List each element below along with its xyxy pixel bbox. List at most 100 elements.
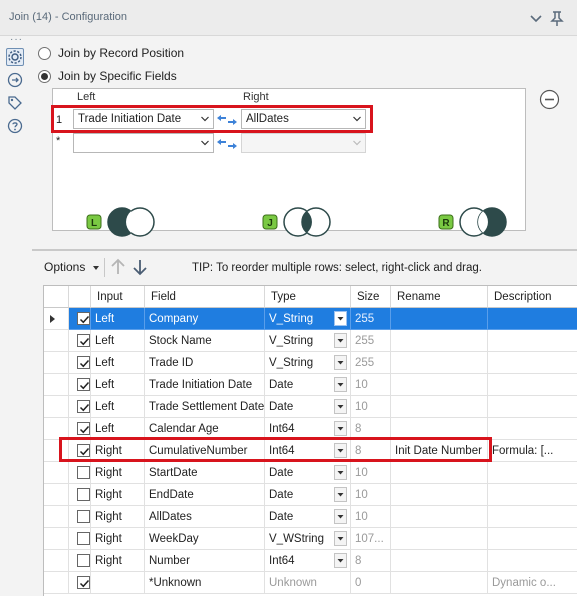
cell-rename[interactable] (391, 396, 488, 418)
cell-size[interactable]: 255 (351, 352, 391, 374)
help-icon[interactable] (6, 117, 24, 135)
cell-rename[interactable] (391, 374, 488, 396)
cell-size[interactable]: 10 (351, 506, 391, 528)
cell-type[interactable]: Int64 (265, 440, 351, 462)
join-by-position-option[interactable]: Join by Record Position (38, 45, 184, 61)
cell-description[interactable] (488, 462, 577, 484)
annotation-arrows-icon[interactable] (6, 71, 24, 89)
row-header-cell[interactable] (44, 418, 69, 440)
type-dropdown-button[interactable] (334, 377, 347, 392)
type-dropdown-button[interactable] (334, 333, 347, 348)
cell-rename[interactable] (391, 484, 488, 506)
field-select-checkbox[interactable] (77, 554, 90, 567)
row-header-cell[interactable] (44, 484, 69, 506)
cell-size[interactable]: 107... (351, 528, 391, 550)
cell-type[interactable]: Int64 (265, 418, 351, 440)
row-header-cell[interactable] (44, 308, 69, 330)
header-type[interactable]: Type (265, 286, 351, 308)
cell-description[interactable] (488, 330, 577, 352)
cell-type[interactable]: Date (265, 396, 351, 418)
type-dropdown-button[interactable] (334, 399, 347, 414)
field-select-checkbox[interactable] (77, 356, 90, 369)
field-select-checkbox[interactable] (77, 576, 90, 589)
cell-description[interactable] (488, 528, 577, 550)
cell-size[interactable]: 10 (351, 396, 391, 418)
type-dropdown-button[interactable] (334, 487, 347, 502)
table-row[interactable]: Right AllDates Date 10 (44, 506, 577, 528)
cell-rename[interactable] (391, 330, 488, 352)
field-select-checkbox[interactable] (77, 378, 90, 391)
new-left-field-select[interactable] (73, 133, 214, 153)
table-row[interactable]: Right WeekDay V_WString 107... (44, 528, 577, 550)
header-description[interactable]: Description (488, 286, 577, 308)
join-by-fields-radio[interactable] (38, 69, 51, 83)
cell-description[interactable] (488, 484, 577, 506)
cell-size[interactable]: 255 (351, 330, 391, 352)
collapse-chevron-icon[interactable] (526, 8, 546, 28)
cell-size[interactable]: 10 (351, 462, 391, 484)
header-rename[interactable]: Rename (391, 286, 488, 308)
move-up-arrow-icon[interactable] (110, 258, 126, 276)
join-by-fields-option[interactable]: Join by Specific Fields (38, 68, 177, 84)
cell-rename[interactable] (391, 462, 488, 484)
type-dropdown-button[interactable] (334, 443, 347, 458)
cell-type[interactable]: V_String (265, 330, 351, 352)
cell-description[interactable] (488, 506, 577, 528)
row-header-cell[interactable] (44, 330, 69, 352)
table-row[interactable]: *Unknown Unknown 0 Dynamic o... (44, 572, 577, 594)
cell-rename[interactable] (391, 550, 488, 572)
field-select-checkbox[interactable] (77, 532, 90, 545)
cell-size[interactable]: 255 (351, 308, 391, 330)
cell-size[interactable]: 0 (351, 572, 391, 594)
header-input[interactable]: Input (91, 286, 145, 308)
field-select-checkbox[interactable] (77, 488, 90, 501)
cell-description[interactable]: Formula: [... (488, 440, 577, 462)
cell-size[interactable]: 8 (351, 550, 391, 572)
type-dropdown-button[interactable] (334, 355, 347, 370)
pin-icon[interactable] (547, 8, 567, 28)
field-select-checkbox[interactable] (77, 422, 90, 435)
table-row[interactable]: Left Stock Name V_String 255 (44, 330, 577, 352)
cell-size[interactable]: 10 (351, 374, 391, 396)
field-select-checkbox[interactable] (77, 510, 90, 523)
cell-type[interactable]: Unknown (265, 572, 351, 594)
table-row[interactable]: Left Trade Settlement Date Date 10 (44, 396, 577, 418)
type-dropdown-button[interactable] (334, 531, 347, 546)
row-header-cell[interactable] (44, 550, 69, 572)
table-row[interactable]: Left Trade ID V_String 255 (44, 352, 577, 374)
cell-rename[interactable] (391, 418, 488, 440)
cell-size[interactable]: 10 (351, 484, 391, 506)
table-row[interactable]: Right CumulativeNumber Int64 8 Init Date Num… (44, 440, 577, 462)
cell-description[interactable] (488, 374, 577, 396)
row-header-cell[interactable] (44, 352, 69, 374)
table-row[interactable]: Right Number Int64 8 (44, 550, 577, 572)
cell-type[interactable]: V_String (265, 352, 351, 374)
cell-rename[interactable]: Init Date Number (391, 440, 488, 462)
type-dropdown-button[interactable] (334, 311, 347, 326)
type-dropdown-button[interactable] (334, 509, 347, 524)
cell-type[interactable]: Int64 (265, 550, 351, 572)
cell-description[interactable] (488, 418, 577, 440)
more-dots-icon[interactable]: ··· (10, 35, 23, 45)
tag-icon[interactable] (6, 94, 24, 112)
cell-description[interactable]: Dynamic o... (488, 572, 577, 594)
field-select-checkbox[interactable] (77, 466, 90, 479)
cell-rename[interactable] (391, 572, 488, 594)
row-header-cell[interactable] (44, 440, 69, 462)
cell-type[interactable]: V_String (265, 308, 351, 330)
cell-size[interactable]: 8 (351, 418, 391, 440)
table-row[interactable]: Left Company V_String 255 (44, 308, 577, 330)
section-divider[interactable] (32, 249, 577, 251)
field-select-checkbox[interactable] (77, 312, 90, 325)
table-row[interactable]: Left Trade Initiation Date Date 10 (44, 374, 577, 396)
move-down-arrow-icon[interactable] (132, 258, 148, 276)
cell-rename[interactable] (391, 528, 488, 550)
cell-rename[interactable] (391, 308, 488, 330)
cell-description[interactable] (488, 396, 577, 418)
cell-type[interactable]: Date (265, 374, 351, 396)
cell-type[interactable]: Date (265, 506, 351, 528)
cell-type[interactable]: V_WString (265, 528, 351, 550)
remove-row-button[interactable] (539, 89, 560, 110)
row-header-cell[interactable] (44, 572, 69, 594)
cell-description[interactable] (488, 352, 577, 374)
